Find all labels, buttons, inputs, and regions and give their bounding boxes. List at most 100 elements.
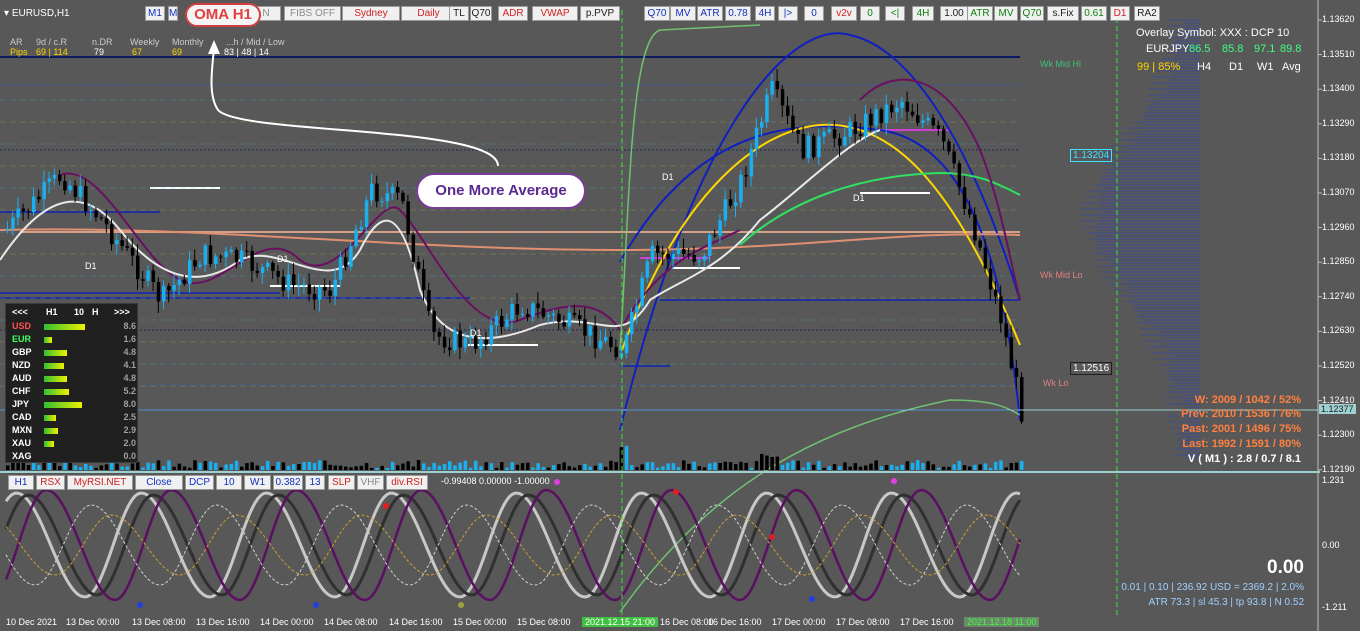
candle-body — [728, 199, 733, 206]
volume-bar — [666, 463, 670, 470]
candle-body — [598, 340, 603, 349]
date-tick-label: 10 Dec 2021 — [6, 617, 58, 627]
toolbar-button-20[interactable]: <| — [885, 6, 905, 21]
toolbar-button-15[interactable]: 4H — [755, 6, 775, 21]
osc-toolbar-button-10[interactable]: VHF — [357, 475, 384, 490]
date-tick-label: 13 Dec 16:00 — [196, 617, 250, 627]
osc-toolbar-button-11[interactable]: div.RSI — [386, 475, 428, 490]
volume-bar — [1009, 463, 1014, 470]
toolbar-button-25[interactable]: Q70 — [1020, 6, 1044, 21]
toolbar-button-27[interactable]: 0.61 — [1081, 6, 1107, 21]
strength-bar — [44, 376, 68, 382]
strength-tf: H1 — [46, 307, 58, 317]
candle-body — [266, 262, 270, 268]
candle-body — [250, 250, 254, 271]
strength-currency: NZD — [12, 360, 31, 370]
candle-body — [708, 234, 712, 256]
candle-body — [1009, 337, 1014, 369]
volume-bar — [760, 453, 764, 470]
volume-bar — [515, 464, 520, 470]
toolbar-button-0[interactable]: M1 — [145, 6, 165, 21]
candle-body — [682, 249, 686, 255]
toolbar-button-19[interactable]: 0 — [860, 6, 880, 21]
toolbar-button-22[interactable]: 1.00 — [940, 6, 968, 21]
osc-toolbar-button-7[interactable]: 0.382 — [273, 475, 303, 490]
volume-bar — [931, 464, 936, 470]
toolbar-button-29[interactable]: RA2 — [1134, 6, 1160, 21]
osc-toolbar-button-1[interactable]: RSX — [36, 475, 65, 490]
osc-toolbar-button-0[interactable]: H1 — [8, 475, 34, 490]
candle-body — [432, 311, 436, 332]
candle-body — [812, 135, 816, 158]
osc-toolbar-button-9[interactable]: SLP — [328, 475, 355, 490]
toolbar-button-14[interactable]: 0.78 — [725, 6, 751, 21]
strength-next-button[interactable]: >>> — [114, 307, 130, 317]
strength-row-cad: CAD 2.5 — [12, 412, 136, 424]
toolbar-button-4[interactable]: Sydney — [342, 6, 400, 21]
toolbar-button-9[interactable]: VWAP — [532, 6, 578, 21]
candle-body — [957, 163, 962, 188]
toolbar-button-7[interactable]: Q70 — [470, 6, 492, 21]
volume-bar — [853, 463, 858, 470]
osc-toolbar-button-3[interactable]: Close — [135, 475, 183, 490]
toolbar-button-8[interactable]: ADR — [498, 6, 528, 21]
volume-bar — [635, 467, 639, 470]
toolbar-button-6[interactable]: TL — [449, 6, 469, 21]
candle-body — [734, 202, 738, 206]
toolbar-button-10[interactable]: p.PVP — [580, 6, 620, 21]
candle-body — [47, 178, 52, 182]
volume-bar — [848, 466, 852, 470]
toolbar-button-28[interactable]: D1 — [1110, 6, 1130, 21]
toolbar-button-16[interactable]: |> — [778, 6, 798, 21]
adr-row2-c3: 67 — [132, 47, 143, 57]
osc-toolbar-button-8[interactable]: 13 — [305, 475, 325, 490]
strength-value: 1.6 — [123, 334, 136, 344]
oma-h1-badge[interactable]: OMA H1 — [185, 3, 261, 27]
volume-bar — [562, 462, 566, 470]
volume-bar — [146, 462, 150, 470]
volume-bar — [78, 467, 83, 470]
toolbar-button-18[interactable]: v2v — [831, 6, 857, 21]
osc-toolbar-button-4[interactable]: DCP — [185, 475, 214, 490]
osc-dot — [383, 503, 389, 509]
candle-body — [796, 129, 800, 135]
candle-body — [947, 141, 951, 152]
toolbar-button-5[interactable]: Daily — [401, 6, 456, 21]
volume-bar — [411, 466, 416, 470]
stat-vm1: V ( M1 ) : 2.8 / 0.7 / 8.1 — [1187, 453, 1301, 465]
toolbar-button-26[interactable]: s.Fix — [1047, 6, 1079, 21]
volume-bar — [734, 464, 738, 470]
volume-bar — [141, 467, 145, 470]
volume-bar — [1004, 467, 1008, 470]
volume-bar — [474, 460, 478, 470]
toolbar-button-21[interactable]: 4H — [912, 6, 934, 21]
toolbar-button-3[interactable]: FIBS OFF — [284, 6, 341, 21]
candle-body — [505, 319, 509, 327]
volume-bar — [260, 466, 265, 470]
osc-toolbar-button-2[interactable]: MyRSI.NET — [67, 475, 133, 490]
candle-body — [588, 326, 592, 336]
candle-body — [1014, 368, 1019, 377]
candle-body — [645, 261, 650, 278]
toolbar-button-1[interactable]: M — [168, 6, 178, 21]
volume-bar — [630, 465, 634, 470]
toolbar-button-13[interactable]: ATR — [697, 6, 723, 21]
toolbar-button-12[interactable]: MV — [670, 6, 696, 21]
candle-body — [692, 254, 696, 262]
osc-toolbar-button-5[interactable]: 10 — [216, 475, 242, 490]
osc-toolbar-button-6[interactable]: W1 — [244, 475, 271, 490]
candle-body — [120, 240, 124, 247]
volume-bar — [817, 460, 821, 470]
strength-prev-button[interactable]: <<< — [12, 307, 28, 317]
toolbar-button-17[interactable]: 0 — [804, 6, 824, 21]
volume-bar — [812, 464, 816, 470]
candle-body — [531, 303, 535, 317]
toolbar-button-24[interactable]: MV — [994, 6, 1018, 21]
strength-row-chf: CHF 5.2 — [12, 386, 136, 398]
toolbar-button-11[interactable]: Q70 — [644, 6, 670, 21]
candle-body — [318, 287, 322, 300]
candle-body — [416, 261, 421, 269]
toolbar-button-23[interactable]: ATR — [967, 6, 993, 21]
volume-bar — [692, 461, 696, 470]
price-chart[interactable] — [0, 0, 1360, 631]
